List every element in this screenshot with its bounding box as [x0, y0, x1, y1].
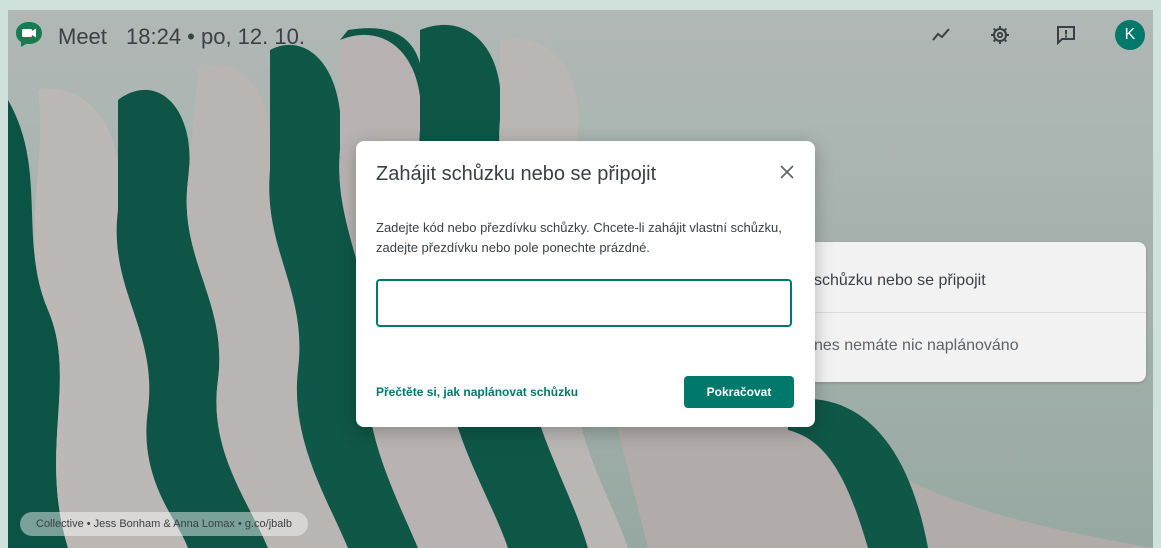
card-divider	[798, 312, 1146, 313]
avatar[interactable]: K	[1115, 20, 1145, 50]
dialog-description: Zadejte kód nebo přezdívku schůzky. Chce…	[376, 220, 782, 255]
continue-button[interactable]: Pokračovat	[684, 376, 794, 408]
meet-logo-icon	[16, 22, 42, 47]
gear-icon[interactable]	[986, 21, 1014, 49]
artwork-attribution[interactable]: Collective • Jess Bonham & Anna Lomax • …	[20, 512, 308, 536]
time-date: 18:24 • po, 12. 10.	[126, 24, 305, 49]
trend-icon[interactable]	[927, 21, 955, 49]
meeting-card: schůzku nebo se připojit nes nemáte nic …	[798, 242, 1146, 382]
app-name: Meet	[58, 24, 107, 49]
no-meetings-text: nes nemáte nic naplánováno	[814, 337, 1019, 354]
meeting-code-input[interactable]	[376, 279, 792, 327]
dialog-title: Zahájit schůzku nebo se připojit	[376, 163, 657, 185]
join-meeting-dialog: Zahájit schůzku nebo se připojit Zadejte…	[356, 141, 815, 427]
schedule-help-link[interactable]: Přečtěte si, jak naplánovat schůzku	[376, 385, 578, 399]
start-join-item[interactable]: schůzku nebo se připojit	[814, 272, 986, 290]
top-bar: Meet 18:24 • po, 12. 10. K	[8, 10, 1153, 62]
close-icon[interactable]	[776, 161, 798, 183]
feedback-icon[interactable]	[1052, 21, 1080, 49]
